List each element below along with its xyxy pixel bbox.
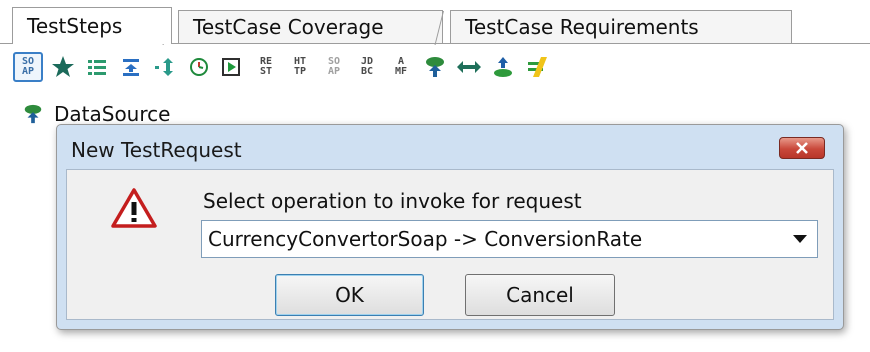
- ok-button[interactable]: OK: [275, 274, 424, 316]
- warning-icon: [111, 188, 157, 228]
- add-datasource-loop-button[interactable]: [454, 52, 484, 82]
- soap-mock-icon: SO AP: [327, 56, 341, 77]
- soap-request-icon: SO AP: [21, 56, 35, 77]
- new-testrequest-dialog: New TestRequest Select operation to invo…: [56, 124, 844, 330]
- property-transfer-button[interactable]: [150, 52, 180, 82]
- dialog-body: Select operation to invoke for request C…: [66, 169, 834, 320]
- add-http-request-button[interactable]: HT TP: [285, 52, 315, 82]
- list-button[interactable]: [82, 52, 112, 82]
- tab-testcase-coverage[interactable]: TestCase Coverage: [178, 10, 443, 44]
- star-icon: [52, 56, 74, 77]
- close-button[interactable]: [779, 137, 825, 159]
- operation-select-value: CurrencyConvertorSoap -> ConversionRate: [208, 227, 643, 251]
- operation-select[interactable]: CurrencyConvertorSoap -> ConversionRate: [201, 220, 818, 258]
- datasource-icon: [24, 104, 42, 124]
- run-icon: [222, 58, 240, 76]
- tab-strip: TestSteps TestCase Coverage TestCase Req…: [0, 0, 870, 44]
- add-soap-request-button[interactable]: SO AP: [13, 52, 43, 82]
- add-rest-request-button[interactable]: RE ST: [251, 52, 281, 82]
- add-datasink-button[interactable]: [488, 52, 518, 82]
- move-down-button[interactable]: [116, 52, 146, 82]
- tree-item-label: DataSource: [54, 102, 171, 126]
- rest-request-icon: RE ST: [259, 56, 273, 77]
- star-button[interactable]: [48, 52, 78, 82]
- add-soap-mock-button[interactable]: SO AP: [319, 52, 349, 82]
- chevron-down-icon[interactable]: [793, 235, 807, 243]
- move-down-icon: [123, 59, 139, 76]
- datasink-icon: [494, 57, 512, 77]
- amf-request-icon: A MF: [394, 56, 408, 77]
- cancel-button[interactable]: Cancel: [465, 274, 615, 316]
- http-request-icon: HT TP: [293, 56, 307, 77]
- add-assertion-button[interactable]: [522, 52, 552, 82]
- dialog-title: New TestRequest: [71, 138, 242, 162]
- tab-testcase-requirements[interactable]: TestCase Requirements: [450, 10, 792, 44]
- list-icon: [88, 60, 106, 75]
- jdbc-request-icon: JD BC: [360, 56, 374, 77]
- add-jdbc-request-button[interactable]: JD BC: [352, 52, 382, 82]
- datasource-loop-icon: [457, 61, 481, 73]
- assertion-icon: [528, 57, 547, 77]
- delay-clock-icon: [190, 58, 208, 76]
- add-amf-request-button[interactable]: A MF: [386, 52, 416, 82]
- add-datasource-button[interactable]: [420, 52, 450, 82]
- delay-button[interactable]: [184, 52, 214, 82]
- toolbar: SO AP RE ST HT TP SO AP JD BC A MF: [0, 48, 870, 88]
- close-icon: [796, 142, 808, 154]
- run-test-button[interactable]: [216, 52, 246, 82]
- property-transfer-icon: [155, 58, 173, 76]
- dialog-prompt: Select operation to invoke for request: [203, 189, 582, 213]
- tab-teststeps[interactable]: TestSteps: [12, 7, 172, 44]
- datasource-icon: [426, 57, 444, 77]
